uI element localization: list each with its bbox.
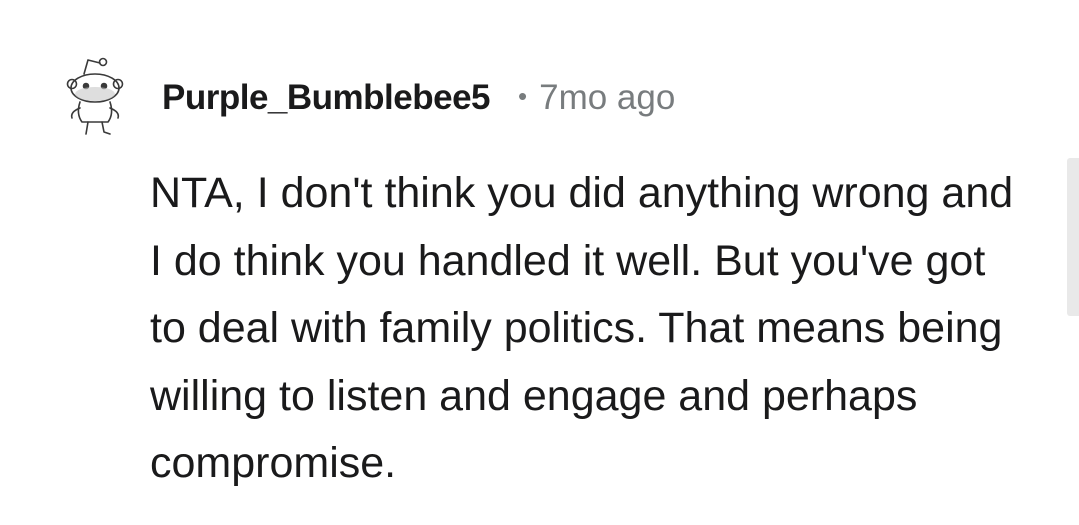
comment-timestamp[interactable]: 7mo ago [539,78,675,118]
comment-header: Purple_Bumblebee5 • 7mo ago [162,76,675,120]
meta-separator: • [518,80,528,111]
comment: Purple_Bumblebee5 • 7mo ago NTA, I don't… [0,0,1079,525]
author-username[interactable]: Purple_Bumblebee5 [162,78,491,118]
comment-body: NTA, I don't think you did anything wron… [150,169,1014,487]
scrollbar-thumb[interactable] [1067,158,1079,316]
snoo-avatar-icon[interactable] [62,52,128,138]
